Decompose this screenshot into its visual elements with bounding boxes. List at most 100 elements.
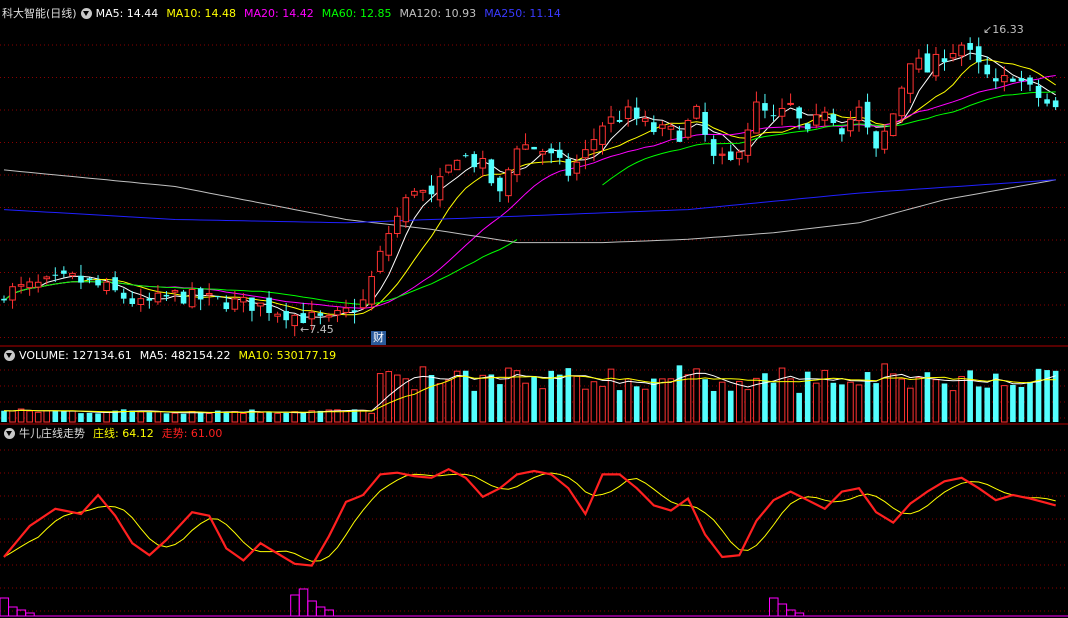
candle <box>1027 75 1033 92</box>
candle-body <box>197 288 204 300</box>
volume-bar <box>231 411 239 423</box>
candle-body <box>753 101 760 134</box>
candle-body <box>676 130 683 142</box>
ma20-label: MA20: 14.42 <box>244 6 314 20</box>
volume-bar <box>1001 385 1008 423</box>
candle <box>967 37 973 60</box>
candle <box>359 289 367 310</box>
low-price-annotation: ←7.45 <box>300 323 334 336</box>
candle <box>436 167 444 207</box>
candle-body <box>376 250 384 272</box>
candle <box>1044 93 1050 107</box>
candle-body <box>385 233 393 256</box>
candle-body <box>624 106 632 119</box>
candle-body <box>445 164 452 173</box>
volume-bar <box>710 390 717 422</box>
volume-bar <box>428 375 435 422</box>
volume-bar <box>830 382 837 422</box>
candle <box>402 194 410 229</box>
candle <box>69 271 76 280</box>
candle-body <box>171 290 179 293</box>
candle <box>864 93 871 135</box>
candle-body <box>924 53 931 73</box>
candle-body <box>599 125 606 145</box>
candle <box>651 115 657 135</box>
volume-bar <box>497 384 503 422</box>
candle <box>471 151 478 173</box>
candle-body <box>223 302 230 310</box>
candle <box>1018 70 1025 91</box>
candle <box>274 311 281 323</box>
candle-body <box>402 197 410 223</box>
candle-body <box>428 185 435 195</box>
candle-body <box>300 313 307 324</box>
chip-bar <box>769 597 779 617</box>
dropdown-icon[interactable] <box>80 7 92 19</box>
candle <box>633 97 640 126</box>
volume-bar <box>873 383 879 422</box>
finance-event-marker[interactable]: 财 <box>371 331 386 345</box>
candle-body <box>368 276 375 305</box>
candle <box>137 288 145 312</box>
zhuang-line-label: 庄线: 64.12 <box>93 427 154 440</box>
candle <box>78 264 84 290</box>
volume-bar <box>52 410 59 422</box>
chip-bar <box>298 588 309 617</box>
volume-bar <box>839 384 845 422</box>
candle-body <box>804 123 811 130</box>
stock-chart-canvas[interactable] <box>0 0 1068 618</box>
indicator-panel-header: 牛儿庄线走势 庄线: 64.12 走势: 61.00 <box>0 425 230 441</box>
candle-body <box>359 299 367 309</box>
trend-line <box>3 467 1056 567</box>
volume-bar <box>69 410 76 423</box>
volume-panel-header: VOLUME: 127134.61 MA5: 482154.22 MA10: 5… <box>0 347 344 363</box>
volume-ma5-label: MA5: 482154.22 <box>139 348 231 362</box>
ma20-line <box>3 75 1056 309</box>
volume-bar <box>240 412 247 423</box>
dropdown-icon[interactable] <box>4 349 15 361</box>
volume-bar <box>590 381 598 423</box>
stock-title[interactable]: 科大智能(日线) <box>2 5 77 21</box>
candle <box>26 277 33 296</box>
candle <box>839 127 845 142</box>
candle-body <box>1010 78 1016 82</box>
candle-body <box>812 114 820 126</box>
chip-bar <box>786 609 796 617</box>
candle <box>394 207 401 238</box>
volume-bar <box>419 366 427 423</box>
volume-bar <box>205 413 213 423</box>
candle <box>120 288 127 304</box>
candle <box>821 106 829 127</box>
candle-body <box>984 64 991 75</box>
indicator-title[interactable]: 牛儿庄线走势 <box>19 425 85 441</box>
volume-bar <box>1035 368 1042 422</box>
candlestick-series[interactable] <box>1 37 1059 337</box>
volume-bar <box>385 371 393 423</box>
candle-body <box>9 286 16 301</box>
dropdown-icon[interactable] <box>4 427 15 439</box>
volume-bar <box>770 382 777 422</box>
volume-ma10-line <box>3 375 1056 414</box>
candle-body <box>180 291 187 304</box>
candle <box>9 282 16 309</box>
candle <box>351 298 358 324</box>
candle-body <box>129 298 136 304</box>
volume-bar <box>129 410 136 422</box>
volume-bar <box>607 368 615 423</box>
candle <box>607 105 615 133</box>
candle <box>975 37 982 74</box>
candle <box>684 118 692 140</box>
candle-body <box>907 63 914 94</box>
candle <box>146 292 153 309</box>
volume-bar <box>949 390 957 423</box>
volume-bar <box>317 410 324 422</box>
volume-bar <box>941 383 948 422</box>
price-moving-averages <box>3 52 1056 318</box>
volume-bar <box>505 367 512 423</box>
volume-bar <box>812 382 820 423</box>
ma10-line <box>3 59 1056 316</box>
volume-bar <box>624 378 632 423</box>
volume-bar <box>197 411 204 422</box>
candle <box>154 284 162 305</box>
volume-bars[interactable] <box>1 363 1059 423</box>
